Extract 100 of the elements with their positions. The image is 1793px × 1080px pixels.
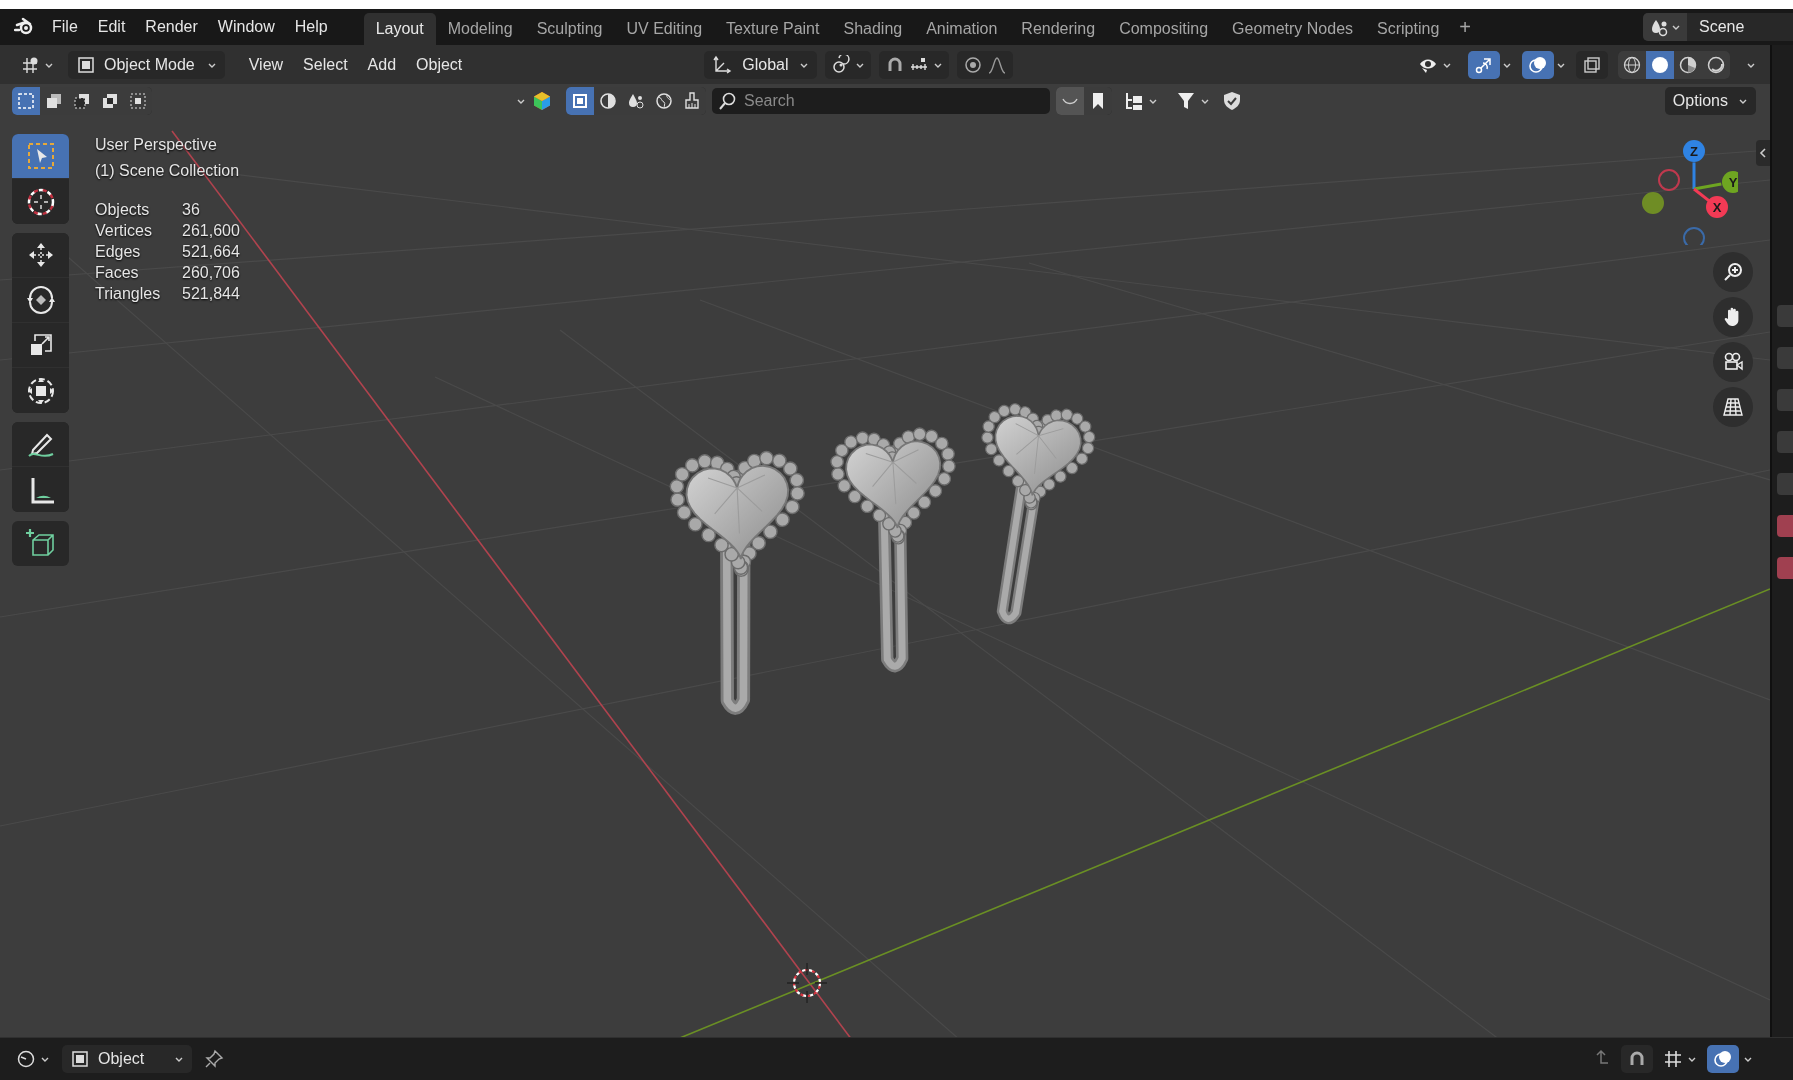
axis-handle[interactable]: [1683, 140, 1705, 162]
stat-label: Vertices: [95, 222, 153, 240]
stat-value: 260,706: [182, 264, 240, 282]
stat-value: 261,600: [182, 222, 240, 240]
gizmo-toggle-button[interactable]: [1468, 50, 1500, 79]
snap-toggle-button[interactable]: [1621, 1045, 1653, 1073]
proportional-circle-icon: [962, 54, 983, 75]
menu-item[interactable]: Select: [293, 55, 358, 74]
orientation-axes-icon: [712, 54, 733, 75]
shading-sphere-icon: [1650, 54, 1670, 75]
stat-value: 521,844: [182, 285, 240, 303]
shading-mode-button[interactable]: [1646, 50, 1674, 79]
shading-sphere-icon: [1622, 54, 1642, 75]
search-icon: [718, 91, 738, 111]
tool-button[interactable]: [12, 134, 69, 179]
xray-toggle-button[interactable]: [1576, 50, 1608, 79]
workspace-tab[interactable]: Rendering: [1009, 13, 1108, 45]
workspace-tab[interactable]: Texture Paint: [714, 13, 832, 45]
shading-mode-button[interactable]: [1618, 50, 1646, 79]
filter-type-icon: [682, 91, 702, 111]
filter-toggle-button[interactable]: [1056, 87, 1084, 115]
stat-label: Triangles: [95, 285, 162, 303]
select-mode-icon: [100, 91, 120, 111]
overlay-toggle-button[interactable]: [1707, 1045, 1739, 1073]
select-mode-icon: [44, 91, 64, 111]
workspace-tab[interactable]: Sculpting: [524, 13, 615, 45]
stat-label: Objects: [95, 201, 151, 219]
perspective-toggle-button[interactable]: [1713, 387, 1753, 427]
orientation-dropdown[interactable]: Global: [704, 50, 817, 79]
workspace-tab[interactable]: Shading: [831, 13, 915, 45]
stat-label: Edges: [95, 243, 142, 261]
select-mode-icon: [128, 91, 148, 111]
menu-item[interactable]: Help: [284, 14, 338, 40]
shading-mode-button[interactable]: [1674, 50, 1702, 79]
grid-snap-icon: [1663, 1049, 1683, 1069]
workspace-tab[interactable]: Compositing: [1107, 13, 1221, 45]
add-workspace-button[interactable]: +: [1451, 15, 1479, 39]
workspace-tab[interactable]: Scripting: [1365, 13, 1452, 45]
clock-icon: [16, 1049, 36, 1069]
axis-label: Z: [1690, 144, 1698, 159]
search-field[interactable]: Search: [712, 88, 1050, 114]
axis-handle[interactable]: [1722, 171, 1738, 193]
overlay-circles-icon: [1528, 54, 1548, 75]
menu-item[interactable]: Render: [135, 14, 208, 40]
funnel-icon: [1176, 91, 1196, 111]
object-mode-icon: [76, 54, 96, 75]
mode-dropdown[interactable]: Object Mode: [68, 50, 225, 79]
menu-item[interactable]: Object: [406, 55, 473, 74]
chevron-left-icon: [1758, 147, 1768, 159]
menu-item[interactable]: Window: [207, 14, 285, 40]
xray-squares-icon: [1582, 54, 1602, 75]
filter-type-icon: [654, 91, 674, 111]
workspace-tab[interactable]: Modeling: [435, 13, 525, 45]
grid-plane-icon: [1722, 396, 1744, 418]
shield-check-icon[interactable]: [1222, 91, 1242, 111]
menu-item[interactable]: File: [42, 14, 88, 40]
hierarchy-icon: [1124, 91, 1144, 111]
shading-mode-button[interactable]: [1702, 50, 1730, 79]
overlay-circles-icon: [1713, 1049, 1733, 1069]
tool-button[interactable]: [12, 422, 69, 467]
workspace-tab[interactable]: Geometry Nodes: [1220, 13, 1366, 45]
negative-axis-handle[interactable]: [1642, 192, 1664, 214]
options-dropdown[interactable]: Options: [1664, 87, 1756, 115]
pivot-icon: [830, 54, 851, 75]
filter-type-icon: [570, 91, 590, 111]
pan-button[interactable]: [1713, 297, 1753, 337]
color-cube-icon[interactable]: [532, 91, 552, 111]
filter-type-icon: [598, 91, 618, 111]
axis-handle[interactable]: [1706, 196, 1728, 218]
workspace-tab[interactable]: Animation: [914, 13, 1010, 45]
negative-axis-handle[interactable]: [1658, 169, 1680, 191]
magnifier-plus-icon: [1722, 261, 1744, 283]
proportional-edit-button[interactable]: [956, 50, 1013, 79]
mode-dropdown[interactable]: Object: [62, 1045, 192, 1073]
scene-selector-button[interactable]: [1643, 13, 1687, 41]
pin-icon: [204, 1049, 224, 1069]
workspace-tab[interactable]: UV Editing: [614, 13, 715, 45]
3d-cursor-icon[interactable]: [786, 962, 828, 1004]
stat-label: Faces: [95, 264, 140, 282]
stat-value: 36: [182, 201, 201, 219]
object-mode-icon: [70, 1049, 90, 1069]
overlay-toggle-button[interactable]: [1522, 50, 1554, 79]
filter-button[interactable]: [566, 87, 594, 115]
menu-item[interactable]: View: [238, 55, 294, 74]
workspace-tab[interactable]: Layout: [363, 13, 436, 45]
movie-camera-icon: [1722, 351, 1744, 373]
axis-label: Y: [1728, 175, 1738, 190]
tool-button[interactable]: [12, 233, 69, 278]
camera-view-button[interactable]: [1713, 342, 1753, 382]
select-mode-icon: [16, 91, 36, 111]
zoom-button[interactable]: [1713, 252, 1753, 292]
negative-axis-handle[interactable]: [1683, 227, 1705, 245]
sidebar-toggle-button[interactable]: [1756, 140, 1770, 166]
shading-sphere-icon: [1706, 54, 1726, 75]
menu-item[interactable]: Add: [357, 55, 407, 74]
snap-toggle-button[interactable]: [878, 50, 949, 79]
pivot-dropdown[interactable]: [824, 50, 871, 79]
menu-item[interactable]: Edit: [87, 14, 136, 40]
select-mode-icon: [72, 91, 92, 111]
axis-label: X: [1712, 200, 1722, 215]
